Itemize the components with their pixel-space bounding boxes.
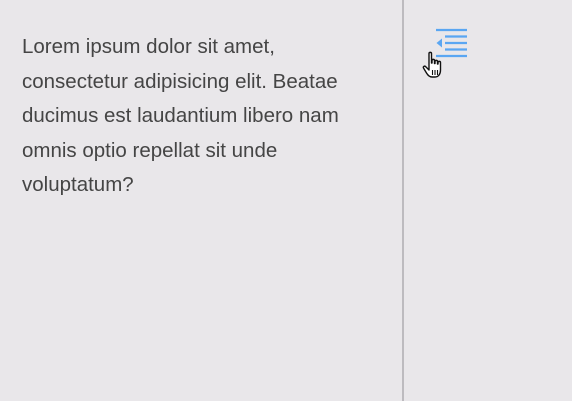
outdent-button[interactable] <box>430 26 472 60</box>
content-pane: Lorem ipsum dolor sit amet, consectetur … <box>0 0 402 401</box>
outdent-icon <box>436 28 467 58</box>
body-text: Lorem ipsum dolor sit amet, consectetur … <box>22 35 339 196</box>
side-pane <box>404 0 572 401</box>
